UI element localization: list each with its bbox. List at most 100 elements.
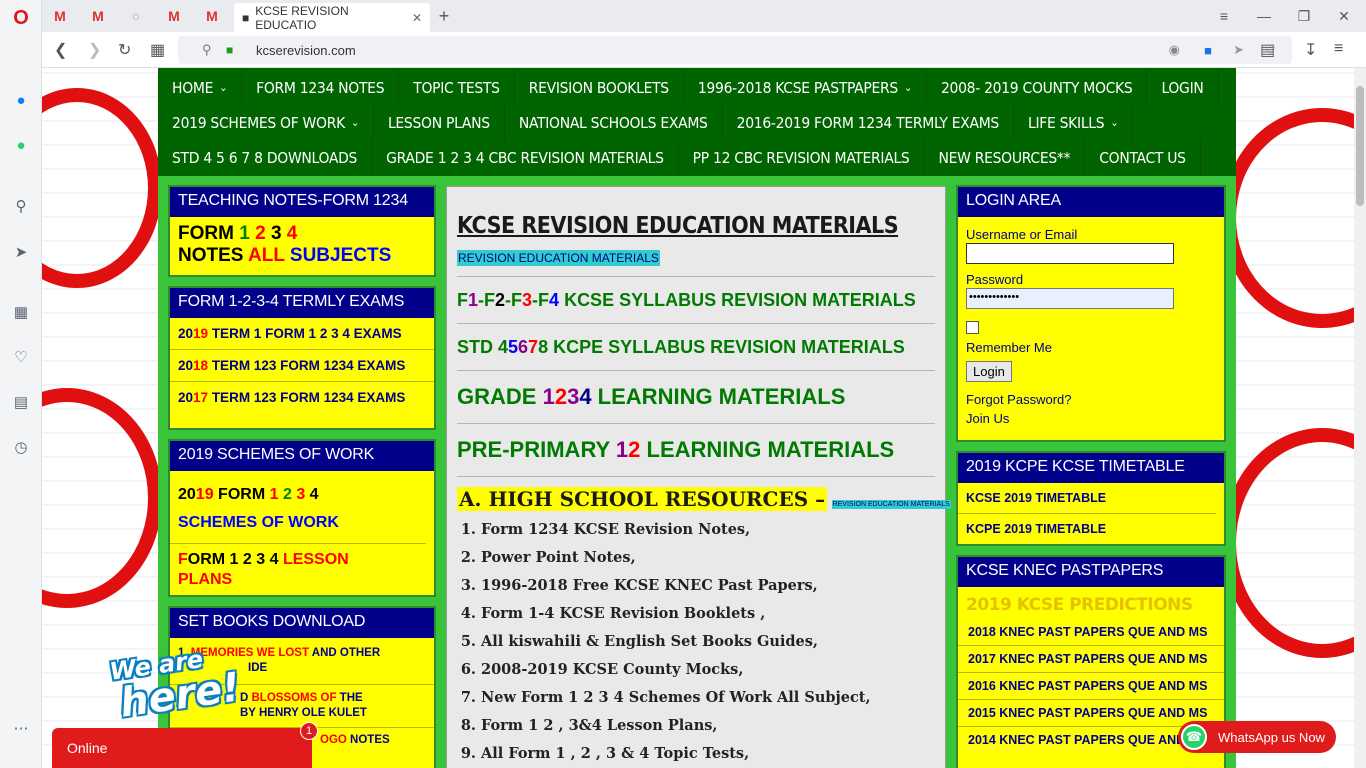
remember-checkbox[interactable]	[966, 321, 979, 334]
password-input[interactable]: •••••••••••••	[966, 288, 1174, 309]
menu-row-1: HOME ⌄ FORM 1234 NOTES TOPIC TESTS REVISI…	[158, 70, 1219, 105]
decorative-circle	[1222, 428, 1366, 658]
menu-county-mocks[interactable]: 2008- 2019 COUNTY MOCKS	[927, 70, 1148, 105]
password-label: Password	[966, 272, 1024, 287]
page-title: KCSE REVISION EDUCATION MATERIALS	[457, 213, 899, 239]
termly-exam-link[interactable]: 2017 TERM 123 FORM 1234 EXAMS	[170, 382, 434, 413]
search-icon[interactable]: ⚲	[11, 196, 31, 216]
menu-revision-booklets[interactable]: REVISION BOOKLETS	[515, 70, 684, 105]
grade-materials-link[interactable]: GRADE 1234 LEARNING MATERIALS	[457, 384, 845, 410]
whatsapp-chat-button[interactable]: ☎ WhatsApp us Now	[1178, 721, 1336, 753]
pastpaper-link[interactable]: 2017 KNEC PAST PAPERS QUE AND MS	[958, 646, 1224, 673]
send-icon[interactable]: ➤	[1233, 42, 1244, 58]
back-icon[interactable]: ❮	[54, 40, 67, 60]
termly-exam-link[interactable]: 2018 TERM 123 FORM 1234 EXAMS	[170, 350, 434, 382]
menu-pastpapers[interactable]: 1996-2018 KCSE PASTPAPERS ⌄	[684, 70, 927, 105]
whatsapp-icon[interactable]: ●	[11, 135, 31, 155]
menu-form-notes[interactable]: FORM 1234 NOTES	[242, 70, 400, 105]
timetable-link[interactable]: KCSE 2019 TIMETABLE	[958, 483, 1216, 514]
adblock-icon[interactable]: ■	[1204, 43, 1212, 58]
login-button[interactable]: Login	[966, 361, 1012, 382]
page-scrollbar[interactable]	[1354, 68, 1366, 768]
gmail-tab-icon[interactable]: M	[202, 6, 222, 26]
menu-topic-tests[interactable]: TOPIC TESTS	[399, 70, 515, 105]
separator	[457, 476, 935, 477]
pre-primary-link[interactable]: PRE-PRIMARY 12 LEARNING MATERIALS	[457, 437, 894, 463]
history-icon[interactable]: ◷	[11, 437, 31, 457]
list-item: Form 1 2 , 3&4 Lesson Plans,	[481, 717, 871, 734]
menu-schemes[interactable]: 2019 SCHEMES OF WORK ⌄	[158, 105, 374, 140]
menu-pp-cbc[interactable]: PP 12 CBC REVISION MATERIALS	[679, 140, 925, 175]
forgot-password-link[interactable]: Forgot Password?	[966, 392, 1216, 407]
easy-setup-icon[interactable]: ▤	[1260, 40, 1275, 60]
list-item: New Form 1 2 3 4 Schemes Of Work All Sub…	[481, 689, 871, 706]
loading-tab-icon[interactable]: ○	[126, 6, 146, 26]
heart-icon[interactable]: ♡	[11, 347, 31, 367]
send-icon[interactable]: ➤	[11, 242, 31, 262]
pastpaper-link[interactable]: 2018 KNEC PAST PAPERS QUE AND MS	[958, 619, 1224, 646]
news-icon[interactable]: ▤	[11, 392, 31, 412]
menu-grade-cbc[interactable]: GRADE 1 2 3 4 CBC REVISION MATERIALS	[372, 140, 679, 175]
menu-contact[interactable]: CONTACT US	[1085, 140, 1201, 175]
lesson-plans-link[interactable]: FORM 1 2 3 4 LESSON PLANS	[170, 544, 434, 596]
menu-icon[interactable]: ≡	[1334, 40, 1343, 58]
restore-icon[interactable]: ❐	[1294, 6, 1314, 26]
menu-row-3: STD 4 5 6 7 8 DOWNLOADS GRADE 1 2 3 4 CB…	[158, 140, 1201, 175]
close-tab-icon[interactable]: ✕	[412, 11, 422, 25]
chevron-down-icon: ⌄	[350, 116, 359, 129]
we-are-here-badge[interactable]: We are here!	[108, 642, 243, 727]
menu-life-skills[interactable]: LIFE SKILLS ⌄	[1014, 105, 1134, 140]
scrollbar-thumb[interactable]	[1356, 86, 1364, 206]
lock-icon: ■	[226, 43, 234, 57]
download-icon[interactable]: ↧	[1304, 40, 1317, 60]
gmail-tab-icon[interactable]: M	[88, 6, 108, 26]
separator	[457, 370, 935, 371]
close-window-icon[interactable]: ✕	[1334, 6, 1354, 26]
address-bar: ❮ ❯ ↻ ▦ ⚲ ■ kcserevision.com ◉ ■ ➤ ♡ ▤ ↧…	[42, 32, 1366, 68]
tab-menu-icon[interactable]: ≡	[1214, 6, 1234, 26]
tabs-grid-icon[interactable]: ▦	[150, 40, 165, 60]
predictions-link[interactable]: 2019 KCSE PREDICTIONS	[958, 587, 1224, 619]
menu-new-resources[interactable]: NEW RESOURCES**	[924, 140, 1086, 175]
notification-badge: 1	[300, 722, 318, 740]
reload-icon[interactable]: ↻	[118, 40, 131, 60]
new-tab-icon[interactable]: +	[434, 6, 454, 26]
form-notes-link[interactable]: FORM 1 2 3 4 NOTES ALL SUBJECTS	[170, 217, 434, 273]
username-input[interactable]	[966, 243, 1174, 264]
schemes-link[interactable]: 2019 FORM 1 2 3 4 SCHEMES OF WORK	[170, 471, 426, 544]
widget-header: 2019 SCHEMES OF WORK	[170, 441, 434, 471]
menu-home[interactable]: HOME ⌄	[158, 70, 243, 105]
opera-logo-icon[interactable]: O	[11, 7, 31, 29]
menu-termly-exams[interactable]: 2016-2019 FORM 1234 TERMLY EXAMS	[723, 105, 1014, 140]
camera-icon[interactable]: ◉	[1169, 42, 1180, 58]
main-content: KCSE REVISION EDUCATION MATERIALS REVISI…	[446, 186, 951, 768]
pastpaper-link[interactable]: 2016 KNEC PAST PAPERS QUE AND MS	[958, 673, 1224, 700]
more-icon[interactable]: ⋯	[11, 718, 31, 738]
menu-lesson-plans[interactable]: LESSON PLANS	[374, 105, 505, 140]
menu-std-downloads[interactable]: STD 4 5 6 7 8 DOWNLOADS	[158, 140, 373, 175]
kcpe-syllabus-link[interactable]: STD 45678 KCPE SYLLABUS REVISION MATERIA…	[457, 337, 905, 358]
gmail-tab-icon[interactable]: M	[50, 6, 70, 26]
chevron-down-icon: ⌄	[219, 81, 228, 94]
forward-icon[interactable]: ❯	[88, 40, 101, 60]
decorative-circle	[1222, 108, 1366, 328]
timetable-link[interactable]: KCPE 2019 TIMETABLE	[958, 514, 1224, 544]
timetable-widget: 2019 KCPE KCSE TIMETABLE KCSE 2019 TIMET…	[956, 451, 1226, 546]
online-chat-bar[interactable]: Online 1	[52, 722, 318, 768]
messenger-icon[interactable]: ●	[11, 90, 31, 110]
kcse-syllabus-link[interactable]: F1-F2-F3-F4 KCSE SYLLABUS REVISION MATER…	[457, 290, 916, 311]
gmail-tab-icon[interactable]: M	[164, 6, 184, 26]
list-item: 2008-2019 KCSE County Mocks,	[481, 661, 871, 678]
speed-dial-icon[interactable]: ▦	[11, 302, 31, 322]
url-field[interactable]: ⚲ ■ kcserevision.com ◉ ■ ➤ ♡	[178, 36, 1292, 64]
whatsapp-icon: ☎	[1181, 724, 1207, 750]
minimize-icon[interactable]: —	[1254, 6, 1274, 26]
menu-national-exams[interactable]: NATIONAL SCHOOLS EXAMS	[505, 105, 723, 140]
active-tab[interactable]: ■ KCSE REVISION EDUCATIO ✕	[234, 3, 430, 32]
menu-login[interactable]: LOGIN	[1147, 70, 1219, 105]
termly-exam-link[interactable]: 2019 TERM 1 FORM 1 2 3 4 EXAMS	[170, 318, 434, 350]
resources-list: Form 1234 KCSE Revision Notes, Power Poi…	[481, 521, 871, 768]
join-us-link[interactable]: Join Us	[966, 411, 1216, 426]
separator	[457, 423, 935, 424]
list-item: Form 1-4 KCSE Revision Booklets ,	[481, 605, 871, 622]
